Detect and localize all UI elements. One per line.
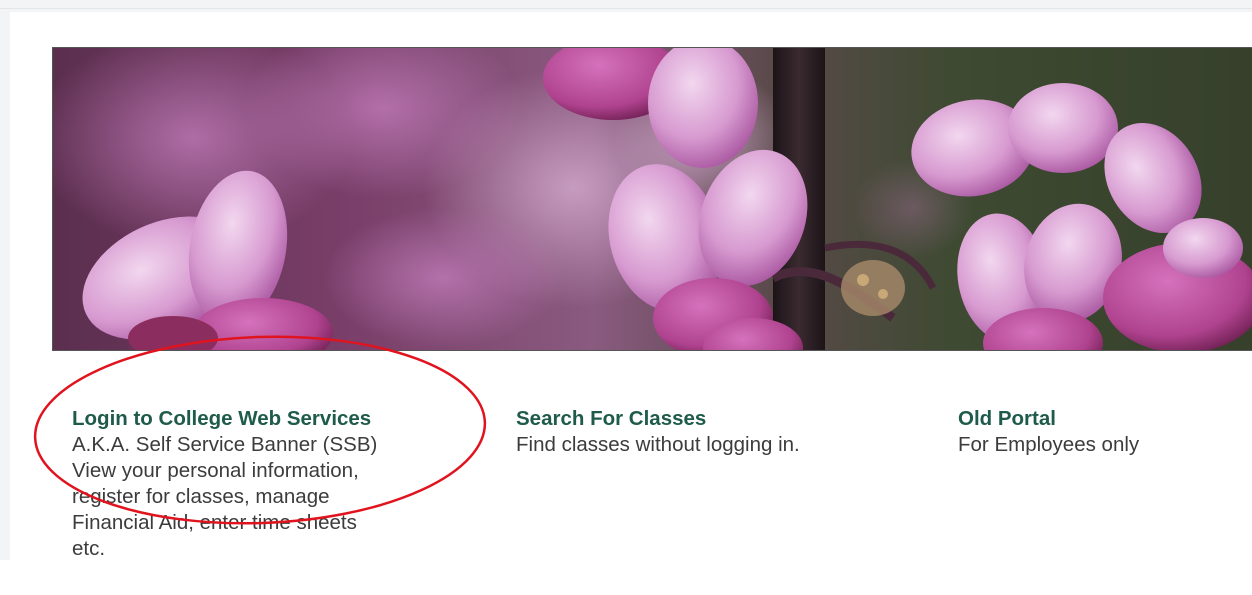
search-classes-link-block: Search For Classes Find classes without … <box>516 406 896 458</box>
redbud-flowers-photo <box>53 48 1252 350</box>
login-link-block: Login to College Web Services A.K.A. Sel… <box>72 406 472 562</box>
old-portal-link[interactable]: Old Portal <box>958 406 1248 432</box>
top-divider <box>0 8 1252 9</box>
old-portal-desc: For Employees only <box>958 433 1140 456</box>
login-desc-line-4: Financial Aid, enter time sheets <box>72 511 357 534</box>
login-desc-line-1: A.K.A. Self Service Banner (SSB) <box>72 433 378 456</box>
search-for-classes-link[interactable]: Search For Classes <box>516 406 896 432</box>
old-portal-link-block: Old Portal For Employees only <box>958 406 1248 458</box>
login-college-web-services-link[interactable]: Login to College Web Services <box>72 406 472 432</box>
bottom-fade <box>0 560 1252 595</box>
search-classes-desc: Find classes without logging in. <box>516 433 800 456</box>
login-desc-line-2: View your personal information, <box>72 459 359 482</box>
login-desc-line-3: register for classes, manage <box>72 485 330 508</box>
flower-banner-image <box>52 47 1252 351</box>
login-desc-line-5: etc. <box>72 537 106 560</box>
page: Login to College Web Services A.K.A. Sel… <box>0 0 1252 595</box>
